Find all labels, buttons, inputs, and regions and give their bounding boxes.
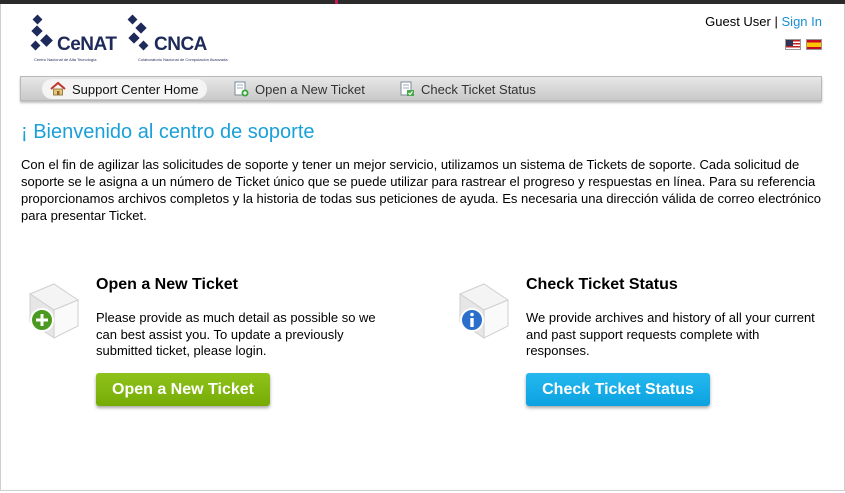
cnca-logo-text: CNCA (154, 34, 207, 55)
cnca-logo-mark (127, 14, 149, 51)
new-ticket-icon (233, 81, 249, 97)
sign-in-link[interactable]: Sign In (782, 14, 822, 29)
nav-label: Open a New Ticket (255, 81, 365, 97)
nav-check-ticket-status[interactable]: Check Ticket Status (399, 79, 536, 99)
home-icon (50, 81, 66, 97)
nav-support-center-home[interactable]: Support Center Home (42, 79, 208, 99)
open-ticket-description: Please provide as much detail as possibl… (96, 310, 376, 358)
cenat-logo-mark (30, 14, 53, 51)
cenat-logo-subtitle: Centro Nacional de Alta Tecnología (34, 57, 97, 62)
main-nav: Support Center Home Open a New Ticket Ch… (20, 76, 822, 101)
ticket-status-icon (399, 81, 415, 97)
user-bar: Guest User | Sign In (705, 14, 822, 29)
cenat-logo[interactable]: CeNAT Centro Nacional de Alta Tecnología (30, 14, 118, 62)
user-bar-separator: | (774, 14, 778, 29)
page-title: ¡ Bienvenido al centro de soporte (21, 121, 315, 143)
nav-label: Check Ticket Status (421, 81, 536, 97)
check-status-description: We provide archives and history of all y… (526, 310, 815, 358)
intro-text: Con el fin de agilizar las solicitudes d… (21, 157, 821, 223)
nav-open-new-ticket[interactable]: Open a New Ticket (233, 79, 365, 99)
us-flag-icon[interactable] (785, 39, 801, 50)
cnca-logo-subtitle: Colaboratorio Nacional de Computación Av… (138, 57, 228, 62)
ticket-status-large-icon (454, 280, 512, 340)
guest-user-label: Guest User (705, 14, 771, 29)
cnca-logo[interactable]: CNCA Colaboratorio Nacional de Computaci… (126, 14, 228, 62)
nav-label: Support Center Home (72, 81, 199, 97)
spain-flag-icon[interactable] (806, 39, 822, 50)
open-ticket-heading: Open a New Ticket (96, 276, 238, 293)
check-ticket-status-button[interactable]: Check Ticket Status (526, 373, 710, 406)
cenat-logo-text: CeNAT (57, 34, 117, 55)
open-new-ticket-button[interactable]: Open a New Ticket (96, 373, 270, 406)
check-status-heading: Check Ticket Status (526, 276, 678, 293)
language-flags (785, 39, 822, 50)
new-ticket-large-icon (24, 280, 82, 340)
